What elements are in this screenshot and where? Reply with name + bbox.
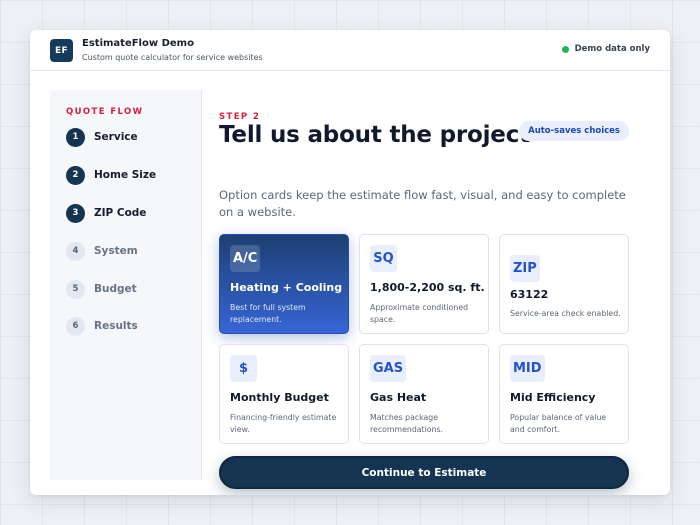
sidebar-title: QUOTE FLOW	[66, 107, 144, 117]
page-description: Option cards keep the estimate flow fast…	[219, 188, 626, 219]
autosave-badge: Auto-saves choices	[519, 121, 629, 141]
option-card-heating-cooling[interactable]: A/C Heating + Cooling Best for full syst…	[219, 234, 349, 334]
card-title: Monthly Budget	[230, 391, 329, 404]
sidebar-step-zip-code[interactable]: 3 ZIP Code	[66, 203, 146, 223]
option-card-monthly-budget[interactable]: $ Monthly Budget Financing-friendly esti…	[219, 344, 349, 444]
option-card-gas-heat[interactable]: GAS Gas Heat Matches package recommendat…	[359, 344, 489, 444]
quote-flow-sidebar: QUOTE FLOW 1 Service 2 Home Size 3 ZIP C…	[50, 90, 202, 480]
card-subtitle: Popular balance of value and comfort.	[510, 413, 607, 434]
dollar-icon: $	[230, 355, 257, 382]
app-window: EF EstimateFlow Demo Custom quote calcul…	[30, 30, 670, 495]
demo-badge-label: Demo data only	[574, 44, 650, 54]
continue-button[interactable]: Continue to Estimate	[219, 456, 629, 489]
step-label: Results	[94, 320, 138, 332]
app-logo: EF	[50, 39, 73, 62]
step-number-badge: 3	[66, 203, 85, 223]
mid-icon: MID	[510, 355, 545, 382]
zip-icon: ZIP	[510, 255, 540, 282]
card-subtitle: Matches package recommendations.	[370, 413, 444, 434]
sidebar-step-home-size[interactable]: 2 Home Size	[66, 165, 156, 185]
step-label: Service	[94, 131, 138, 143]
step-number-badge: 5	[66, 279, 85, 299]
app-title: EstimateFlow Demo	[82, 38, 194, 49]
step-number-badge: 2	[66, 165, 85, 185]
gas-icon: GAS	[370, 355, 407, 382]
card-title: 1,800-2,200 sq. ft.	[370, 281, 485, 294]
option-card-zip[interactable]: ZIP 63122 Service-area check enabled.	[499, 234, 629, 334]
status-dot-icon	[561, 45, 569, 53]
sidebar-step-service[interactable]: 1 Service	[66, 127, 138, 147]
step-number-badge: 1	[66, 127, 85, 147]
option-card-mid-efficiency[interactable]: MID Mid Efficiency Popular balance of va…	[499, 344, 629, 444]
step-label: ZIP Code	[94, 207, 147, 219]
step-label: Home Size	[94, 169, 157, 181]
card-subtitle: Best for full system replacement.	[230, 303, 306, 324]
page-title: Tell us about the project	[219, 122, 530, 148]
sidebar-step-system[interactable]: 4 System	[66, 241, 138, 261]
card-title: Gas Heat	[370, 391, 427, 404]
step-label: System	[94, 245, 138, 257]
sq-icon: SQ	[370, 245, 397, 272]
step-number-badge: 4	[66, 241, 85, 261]
app-subtitle: Custom quote calculator for service webs…	[82, 53, 263, 62]
sidebar-step-results[interactable]: 6 Results	[66, 316, 138, 336]
card-subtitle: Service-area check enabled.	[510, 309, 621, 318]
card-title: Mid Efficiency	[510, 391, 596, 404]
demo-status-badge: Demo data only	[561, 44, 650, 54]
option-card-home-size[interactable]: SQ 1,800-2,200 sq. ft. Approximate condi…	[359, 234, 489, 334]
card-subtitle: Approximate conditioned space.	[370, 303, 469, 324]
card-subtitle: Financing-friendly estimate view.	[230, 413, 337, 434]
ac-icon: A/C	[230, 245, 261, 272]
main-panel: STEP 2 Tell us about the project Auto-sa…	[219, 90, 629, 489]
app-header: EF EstimateFlow Demo Custom quote calcul…	[30, 30, 670, 71]
step-label: Budget	[94, 283, 137, 295]
step-tag: STEP 2	[219, 112, 261, 122]
step-number-badge: 6	[66, 316, 85, 336]
card-title: Heating + Cooling	[230, 281, 343, 294]
sidebar-step-budget[interactable]: 5 Budget	[66, 279, 137, 299]
card-title: 63122	[510, 288, 549, 301]
